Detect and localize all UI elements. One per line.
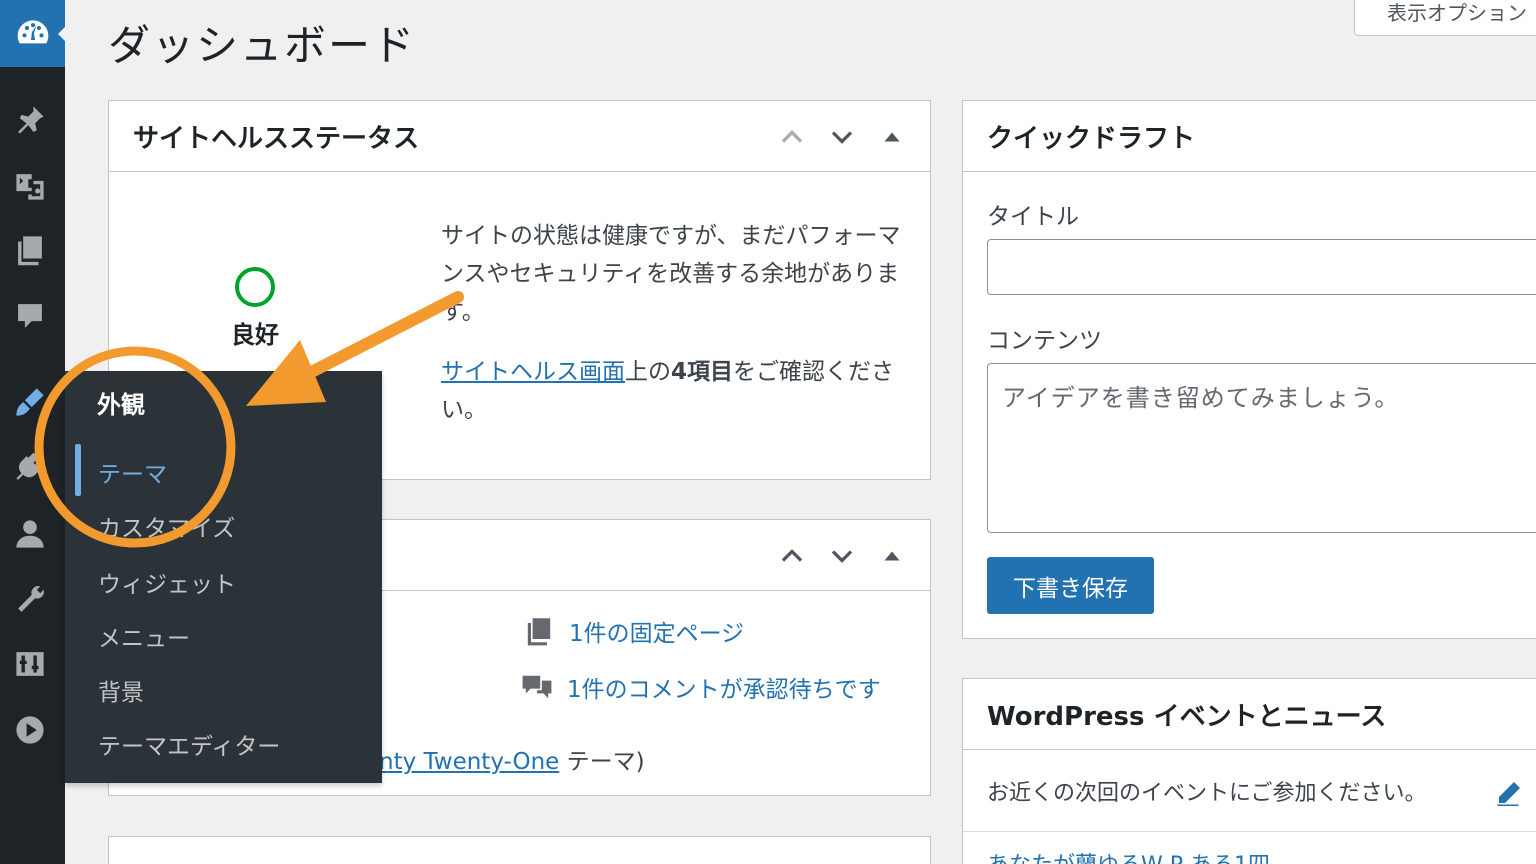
move-up-button[interactable] — [774, 538, 810, 574]
widget-controls — [774, 119, 910, 155]
media-player-menu-item[interactable] — [10, 710, 50, 750]
appearance-brush-icon — [16, 388, 44, 416]
tools-menu-item[interactable] — [10, 580, 50, 620]
health-message: サイトの状態は健康ですが、まだパフォーマンスやセキュリティを改善する余地がありま… — [441, 223, 901, 325]
health-status-label: 良好 — [231, 321, 279, 349]
quick-draft-widget: クイックドラフト タイトル コンテンツ アイデアを書き留めてみましょう。 下書き… — [962, 100, 1536, 639]
settings-sliders-icon — [16, 652, 44, 676]
chevron-down-icon — [831, 131, 853, 144]
submenu-item-theme-editor[interactable]: テーマエディター — [98, 727, 280, 761]
admin-sidebar — [0, 0, 66, 864]
submenu-item-background[interactable]: 背景 — [98, 673, 144, 707]
move-down-button[interactable] — [824, 538, 860, 574]
glance-comments-link[interactable]: 1件のコメントが承認待ちです — [567, 670, 881, 704]
draft-content-textarea[interactable]: アイデアを書き留めてみましょう。 — [987, 363, 1536, 533]
triangle-up-icon — [884, 551, 900, 561]
health-message-mid: 上の — [625, 359, 671, 385]
glance-comments-item[interactable]: 1件のコメントが承認待ちです — [521, 670, 881, 704]
events-next-row[interactable]: あなたが蘭ゆるW P ある1四 — [987, 847, 1270, 864]
submenu-heading[interactable]: 外観 — [97, 385, 145, 420]
submenu-item-menus[interactable]: メニュー — [98, 619, 190, 653]
media-play-icon — [16, 716, 44, 744]
health-message-link-line: サイトヘルス画面上の4項目をご確認ください。 — [441, 353, 911, 429]
theme-info: nty Twenty-One テーマ) — [379, 742, 645, 776]
appearance-menu-item[interactable] — [10, 382, 50, 422]
events-divider — [963, 831, 1536, 832]
health-status-indicator — [235, 267, 275, 307]
draft-title-input[interactable] — [987, 239, 1536, 295]
chevron-up-icon — [781, 549, 803, 562]
comments-icon — [18, 304, 42, 328]
glance-pages-item[interactable]: 1件の固定ページ — [523, 614, 744, 648]
appearance-submenu: 外観 テーマ カスタマイズ ウィジェット メニュー 背景 テーマエディター — [65, 371, 382, 783]
page-title: ダッシュボード — [108, 21, 417, 70]
quick-draft-title: クイックドラフト — [963, 101, 1536, 172]
toggle-panel-button[interactable] — [874, 538, 910, 574]
comments-icon — [522, 675, 552, 699]
events-news-widget: WordPress イベントとニュース お近くの次回のイベントにご参加ください。… — [962, 678, 1536, 864]
posts-menu-item[interactable] — [10, 100, 50, 140]
triangle-up-icon — [884, 132, 900, 142]
current-item-indicator — [75, 444, 81, 496]
pages-icon — [18, 236, 42, 266]
dashboard-icon — [17, 19, 48, 43]
widget-controls — [774, 538, 910, 574]
dashboard-menu-item[interactable] — [0, 0, 66, 67]
pin-icon — [18, 106, 44, 134]
move-down-button[interactable] — [824, 119, 860, 155]
tools-wrench-icon — [18, 586, 44, 612]
users-icon — [16, 520, 44, 548]
media-icon — [16, 174, 44, 200]
settings-menu-item[interactable] — [10, 644, 50, 684]
events-intro: お近くの次回のイベントにご参加ください。 — [987, 781, 1427, 806]
plugins-icon — [16, 452, 44, 480]
toggle-panel-button[interactable] — [874, 119, 910, 155]
submenu-item-customize[interactable]: カスタマイズ — [98, 509, 235, 543]
pages-icon — [527, 618, 551, 646]
chevron-up-icon — [781, 130, 803, 143]
pencil-icon[interactable] — [1493, 779, 1523, 809]
activity-widget — [108, 836, 931, 864]
theme-suffix: テーマ) — [559, 749, 645, 775]
save-draft-button[interactable]: 下書き保存 — [987, 557, 1154, 614]
plugins-menu-item[interactable] — [10, 448, 50, 488]
site-health-link[interactable]: サイトヘルス画面 — [441, 359, 625, 385]
pages-menu-item[interactable] — [10, 230, 50, 270]
media-menu-item[interactable] — [10, 166, 50, 206]
users-menu-item[interactable] — [10, 514, 50, 554]
submenu-item-widgets[interactable]: ウィジェット — [98, 565, 236, 599]
submenu-item-themes[interactable]: テーマ — [98, 455, 167, 489]
move-up-button[interactable] — [774, 119, 810, 155]
chevron-down-icon — [831, 550, 853, 563]
health-items-count: 4項目 — [671, 359, 734, 385]
title-label: タイトル — [987, 204, 1079, 230]
glance-pages-link[interactable]: 1件の固定ページ — [569, 614, 744, 648]
comments-menu-item[interactable] — [10, 296, 50, 336]
theme-link[interactable]: nty Twenty-One — [379, 749, 559, 775]
content-label: コンテンツ — [987, 328, 1102, 354]
events-title: WordPress イベントとニュース — [963, 679, 1536, 750]
screen-options-button[interactable]: 表示オプション — [1354, 0, 1536, 36]
